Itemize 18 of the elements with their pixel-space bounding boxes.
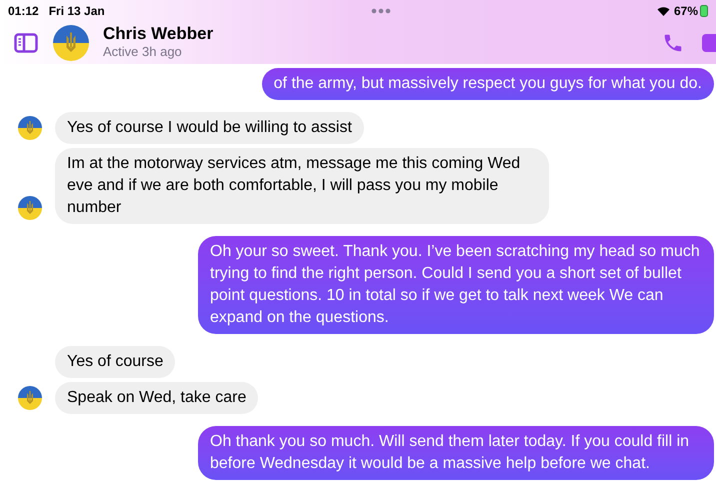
active-status: Active 3h ago [103, 43, 183, 61]
battery-icon [700, 5, 708, 17]
more-icon[interactable] [370, 8, 391, 14]
received-message: Im at the motorway services atm, message me this coming Wed eve and if we are both comfortable, I will pass you my mobile number [55, 148, 549, 224]
received-message: Yes of course [55, 346, 176, 378]
sent-message: Oh thank you so much. Will send them later today. If you could fill in before Wednesday it would be a massive help before we chat. [198, 426, 714, 480]
sent-message: of the army, but massively respect you guys for what you do. [262, 68, 714, 100]
status-date: Fri 13 Jan [48, 3, 105, 20]
phone-icon[interactable] [662, 32, 684, 54]
contact-name: Chris Webber [103, 25, 214, 43]
received-message: Yes of course I would be willing to assist [55, 112, 364, 144]
wifi-icon [656, 6, 670, 16]
status-time: 01:12 [8, 3, 39, 20]
sidebar-icon[interactable] [14, 33, 38, 53]
received-message: Speak on Wed, take care [55, 382, 258, 414]
battery-level: 67% [674, 3, 698, 20]
sent-message: Oh your so sweet. Thank you. I’ve been scratching my head so much trying to find the right person. Could I send you a short set of bullet point questions. 10 in total so if we get to talk next week We can expand on the questions. [198, 236, 714, 334]
avatar-icon [53, 25, 89, 61]
